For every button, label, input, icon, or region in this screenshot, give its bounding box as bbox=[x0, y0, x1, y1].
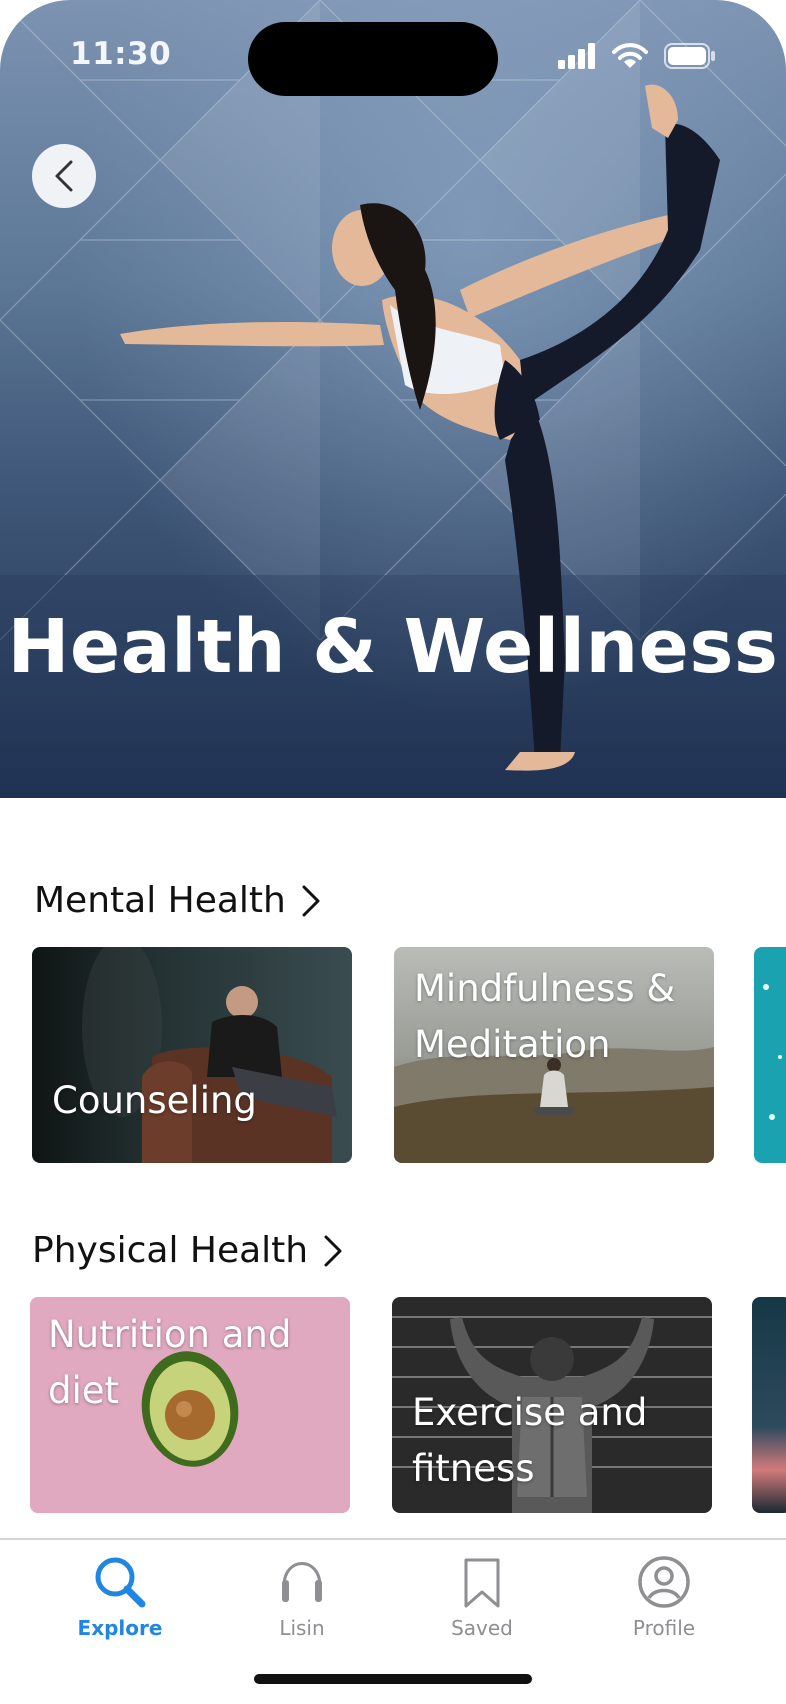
section-header-physical-health[interactable]: Physical Health bbox=[32, 1230, 344, 1271]
chevron-right-icon bbox=[302, 885, 320, 916]
app-screen: 11:30 Health & Wellness Mental Health Co… bbox=[0, 0, 786, 1704]
chevron-left-icon bbox=[55, 160, 73, 192]
hero-banner: 11:30 Health & Wellness bbox=[0, 0, 786, 798]
card-counseling[interactable]: Counseling bbox=[32, 947, 352, 1163]
card-partial-next[interactable] bbox=[754, 947, 786, 1163]
tab-lisin[interactable]: Lisin bbox=[222, 1552, 382, 1652]
card-label: Mindfulness & Meditation bbox=[414, 967, 676, 1066]
status-icons bbox=[558, 40, 716, 72]
card-exercise-fitness[interactable]: Exercise and fitness bbox=[392, 1297, 712, 1513]
tab-profile[interactable]: Profile bbox=[584, 1552, 744, 1652]
hero-title: Health & Wellness bbox=[7, 604, 779, 690]
wifi-icon bbox=[612, 43, 648, 68]
section-title: Physical Health bbox=[32, 1230, 309, 1271]
cellular-signal-icon bbox=[558, 43, 595, 69]
physical-health-carousel[interactable]: Nutrition and diet Exercise and fitness bbox=[0, 1297, 786, 1513]
headphones-icon bbox=[282, 1562, 322, 1602]
counseling-image bbox=[32, 947, 352, 1163]
card-label: Counseling bbox=[52, 1079, 257, 1122]
card-nutrition-diet[interactable]: Nutrition and diet bbox=[30, 1297, 350, 1513]
search-icon bbox=[95, 1557, 146, 1608]
bookmark-icon bbox=[464, 1558, 500, 1608]
card-label: Nutrition and diet bbox=[48, 1313, 292, 1412]
tab-saved[interactable]: Saved bbox=[402, 1552, 562, 1652]
tab-label: Saved bbox=[451, 1616, 513, 1640]
chevron-right-icon bbox=[324, 1235, 342, 1266]
tab-label: Lisin bbox=[279, 1616, 325, 1640]
dynamic-island bbox=[248, 22, 498, 96]
tab-label: Explore bbox=[77, 1616, 163, 1640]
mental-health-carousel[interactable]: Counseling Mindfulness & Meditation bbox=[0, 947, 786, 1163]
status-time: 11:30 bbox=[70, 36, 172, 72]
profile-icon bbox=[638, 1556, 690, 1608]
partial-card-image bbox=[754, 947, 786, 1163]
section-title: Mental Health bbox=[34, 880, 286, 921]
card-mindfulness-meditation[interactable]: Mindfulness & Meditation bbox=[394, 947, 714, 1163]
tab-explore[interactable]: Explore bbox=[40, 1552, 200, 1652]
status-bar: 11:30 bbox=[0, 0, 786, 110]
section-header-mental-health[interactable]: Mental Health bbox=[34, 880, 322, 921]
tab-label: Profile bbox=[632, 1616, 696, 1640]
home-indicator[interactable] bbox=[254, 1674, 532, 1684]
partial-card-image bbox=[752, 1297, 786, 1513]
battery-icon bbox=[664, 43, 715, 69]
card-label: Exercise and fitness bbox=[412, 1391, 648, 1490]
back-button[interactable] bbox=[32, 144, 96, 208]
card-partial-next[interactable] bbox=[752, 1297, 786, 1513]
